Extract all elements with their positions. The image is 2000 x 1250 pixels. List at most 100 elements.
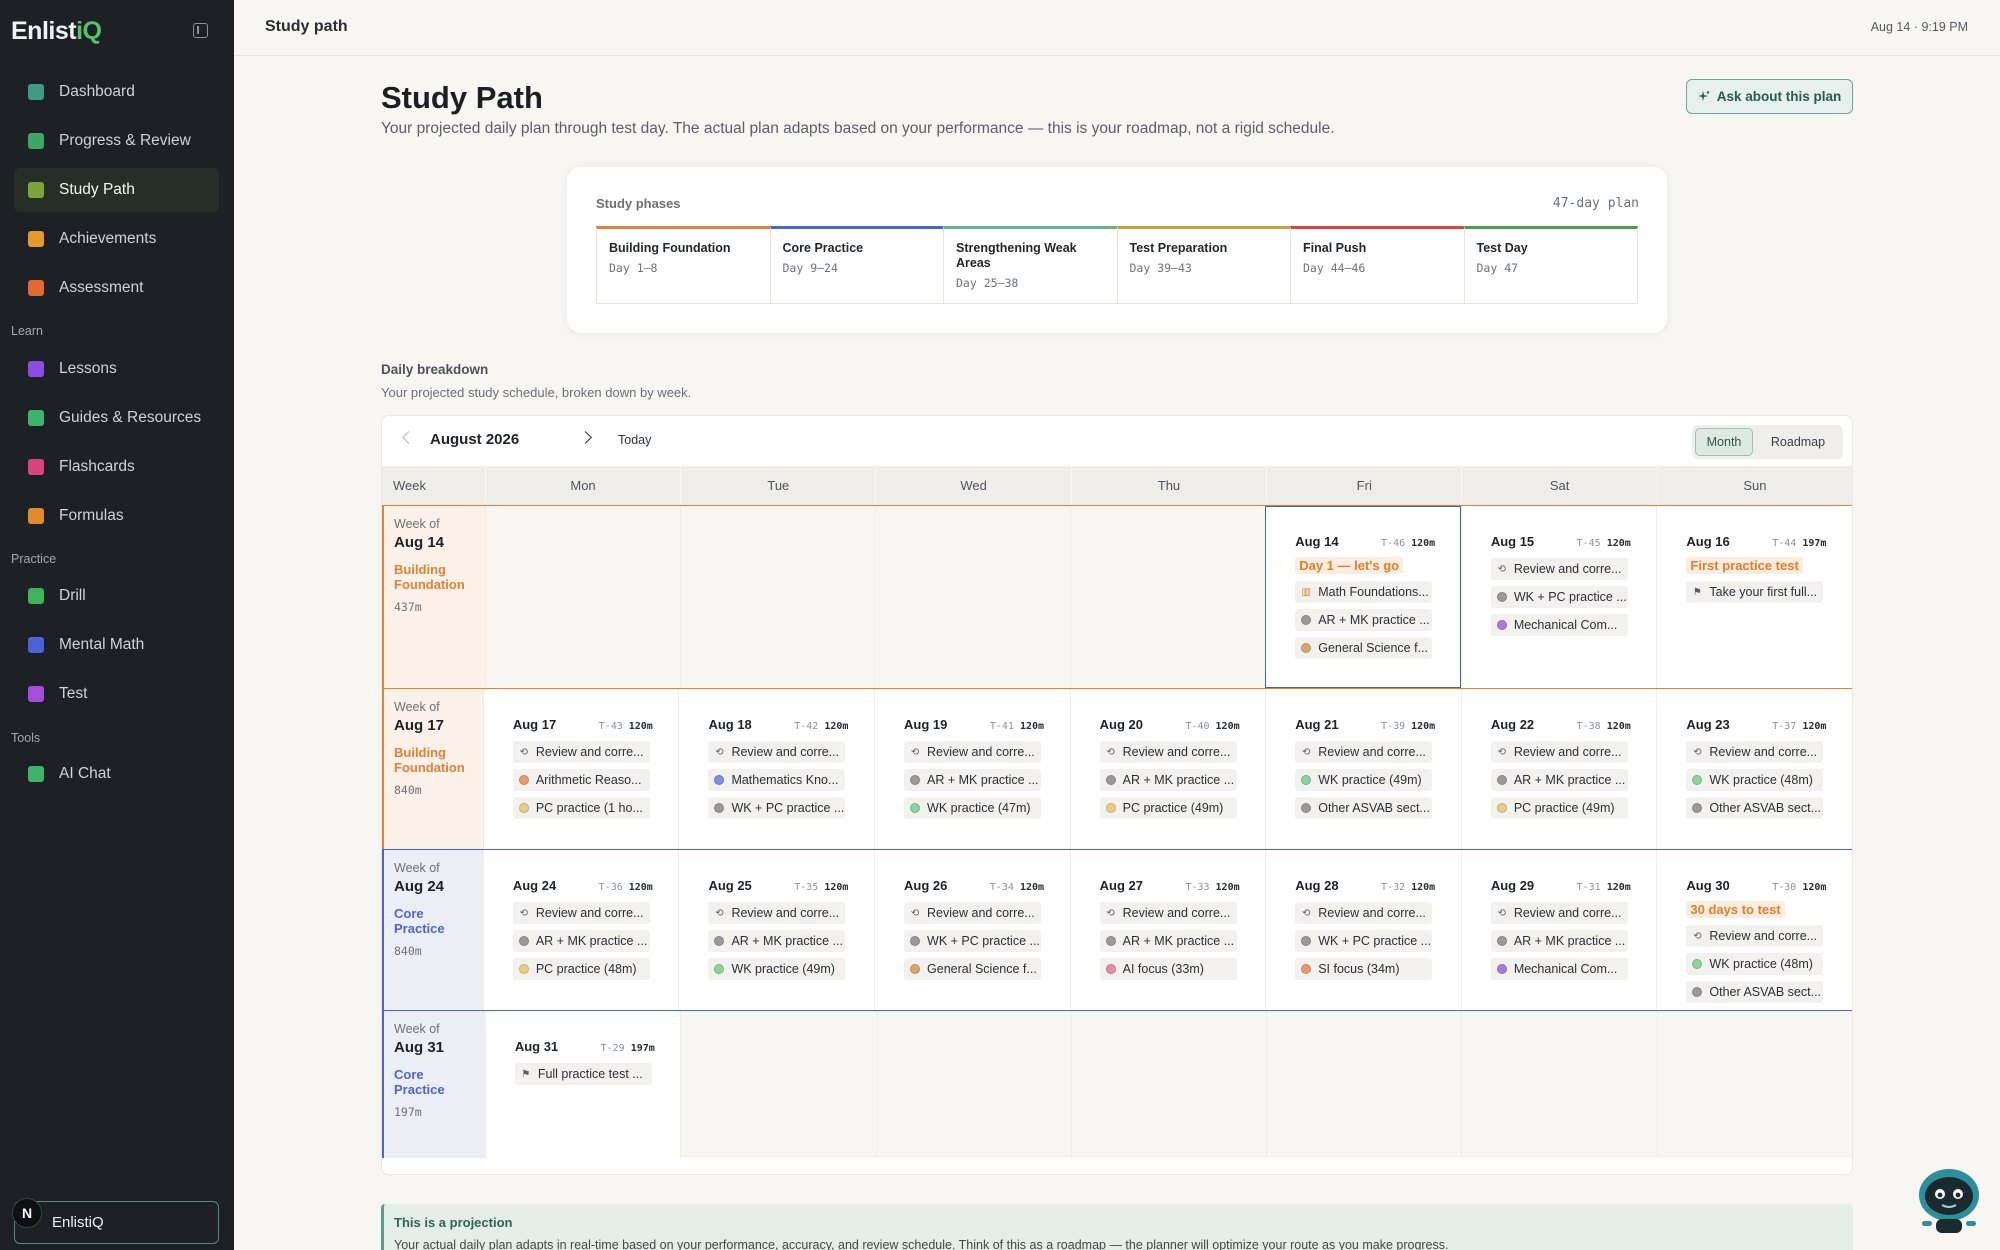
task-chip[interactable]: ⚑ Full practice test ... (514, 1063, 652, 1085)
task-chip[interactable]: ⟲ Review and corre... (708, 741, 846, 763)
task-chip[interactable]: General Science f... (1295, 637, 1433, 659)
sidebar-item-guides-resources[interactable]: Guides & Resources (14, 396, 219, 440)
task-chip[interactable]: ⟲ Review and corre... (1099, 741, 1237, 763)
task-chip[interactable]: ⟲ Review and corre... (1490, 741, 1628, 763)
task-chip[interactable]: ⟲ Review and corre... (1686, 925, 1824, 947)
day-cell[interactable]: Aug 26 T-34 120m ⟲ Review and corre... WK + P… (874, 850, 1070, 1010)
sidebar-item-mental-math[interactable]: Mental Math (14, 623, 219, 667)
day-cell[interactable]: Aug 24 T-36 120m ⟲ Review and corre... AR + M… (482, 850, 679, 1010)
task-chip[interactable]: General Science f... (904, 958, 1042, 980)
task-chip[interactable]: PC practice (49m) (1099, 797, 1237, 819)
day-cell[interactable]: Aug 21 T-39 120m ⟲ Review and corre... WK pra… (1265, 689, 1461, 849)
task-chip[interactable]: ⟲ Review and corre... (512, 902, 650, 924)
phase-card[interactable]: Test Preparation Day 39–43 (1116, 226, 1290, 304)
projection-banner: This is a projection Your actual daily p… (381, 1204, 1853, 1250)
day-cell[interactable]: Aug 22 T-38 120m ⟲ Review and corre... AR + M… (1460, 689, 1657, 849)
task-chip[interactable]: ⚑ Take your first full... (1686, 581, 1824, 603)
task-chip[interactable]: WK practice (48m) (1686, 769, 1824, 791)
sidebar-item-progress-review[interactable]: Progress & Review (14, 119, 219, 163)
task-chip[interactable]: AR + MK practice ... (1099, 930, 1237, 952)
sidebar-item-dashboard[interactable]: Dashboard (14, 70, 219, 114)
task-chip[interactable]: ▥ Math Foundations... (1295, 581, 1433, 603)
task-chip[interactable]: Other ASVAB sect... (1686, 797, 1824, 819)
task-chip[interactable]: WK + PC practice ... (1295, 930, 1433, 952)
day-date: Aug 23 (1686, 717, 1730, 732)
task-chip[interactable]: ⟲ Review and corre... (1490, 558, 1628, 580)
task-chip[interactable]: ⟲ Review and corre... (1295, 902, 1433, 924)
task-chip[interactable]: Mechanical Com... (1490, 614, 1628, 636)
task-chip[interactable]: WK + PC practice ... (904, 930, 1042, 952)
task-chip[interactable]: ⟲ Review and corre... (904, 902, 1042, 924)
task-chip[interactable]: ⟲ Review and corre... (708, 902, 846, 924)
sidebar-item-drill[interactable]: Drill (14, 574, 219, 618)
day-cell[interactable]: Aug 18 T-42 120m ⟲ Review and corre... Mathem… (678, 689, 874, 849)
task-chip[interactable]: SI focus (34m) (1295, 958, 1433, 980)
task-chip[interactable]: Mechanical Com... (1490, 958, 1628, 980)
task-chip[interactable]: WK + PC practice ... (1490, 586, 1628, 608)
task-chip[interactable]: WK practice (48m) (1686, 953, 1824, 975)
task-chip[interactable]: ⟲ Review and corre... (512, 741, 650, 763)
task-chip[interactable]: PC practice (49m) (1490, 797, 1628, 819)
phase-card[interactable]: Test Day Day 47 (1463, 226, 1638, 304)
task-chip[interactable]: Mathematics Kno... (708, 769, 846, 791)
task-chip[interactable]: ⟲ Review and corre... (1295, 741, 1433, 763)
task-chip[interactable]: ⟲ Review and corre... (1490, 902, 1628, 924)
task-chip[interactable]: Arithmetic Reaso... (512, 769, 650, 791)
task-chip[interactable]: AR + MK practice ... (1099, 769, 1237, 791)
sidebar-item-formulas[interactable]: Formulas (14, 494, 219, 538)
sidebar-item-test[interactable]: Test (14, 672, 219, 716)
task-chip[interactable]: WK practice (49m) (1295, 769, 1433, 791)
phase-card[interactable]: Strengthening Weak Areas Day 25–38 (943, 226, 1117, 304)
task-chip[interactable]: AR + MK practice ... (1490, 930, 1628, 952)
task-chip[interactable]: WK + PC practice ... (708, 797, 846, 819)
day-cell[interactable]: Aug 25 T-35 120m ⟲ Review and corre... AR + M… (678, 850, 874, 1010)
sidebar-item-lessons[interactable]: Lessons (14, 347, 219, 391)
day-cell[interactable]: Aug 19 T-41 120m ⟲ Review and corre... AR + M… (874, 689, 1070, 849)
view-month-button[interactable]: Month (1695, 428, 1753, 456)
view-roadmap-button[interactable]: Roadmap (1758, 428, 1838, 456)
phase-card[interactable]: Core Practice Day 9–24 (769, 226, 943, 304)
next-month-icon[interactable] (579, 431, 592, 444)
task-chip[interactable]: AR + MK practice ... (708, 930, 846, 952)
task-chip[interactable]: AI focus (33m) (1099, 958, 1237, 980)
task-chip[interactable]: ⟲ Review and corre... (904, 741, 1042, 763)
task-chip[interactable]: ⟲ Review and corre... (1686, 741, 1824, 763)
task-chip[interactable]: WK practice (49m) (708, 958, 846, 980)
avatar[interactable]: N (12, 1198, 42, 1228)
task-chip[interactable]: AR + MK practice ... (1490, 769, 1628, 791)
task-chip[interactable]: ⟲ Review and corre... (1099, 902, 1237, 924)
day-cell[interactable]: Aug 16 T-44 197m First practice test ⚑ Take y… (1656, 506, 1852, 688)
task-chip[interactable]: AR + MK practice ... (512, 930, 650, 952)
day-cell[interactable]: Aug 27 T-33 120m ⟲ Review and corre... AR + M… (1069, 850, 1266, 1010)
day-cell[interactable]: Aug 30 T-30 120m 30 days to test ⟲ Review and… (1656, 850, 1852, 1010)
user-menu[interactable]: EnlistiQ (14, 1201, 219, 1244)
sidebar-collapse-icon[interactable] (193, 23, 208, 38)
today-button[interactable]: Today (618, 433, 651, 447)
brand-logo[interactable]: EnlistiQ (11, 17, 102, 46)
task-chip[interactable]: WK practice (47m) (904, 797, 1042, 819)
task-chip[interactable]: PC practice (1 ho... (512, 797, 650, 819)
day-cell[interactable]: Aug 14 T-46 120m Day 1 — let's go ▥ Math Foun… (1265, 506, 1461, 688)
sidebar-item-ai-chat[interactable]: AI Chat (14, 752, 219, 796)
day-cell[interactable]: Aug 28 T-32 120m ⟲ Review and corre... WK + P… (1265, 850, 1461, 1010)
phase-card[interactable]: Building Foundation Day 1–8 (596, 226, 770, 304)
day-cell[interactable]: Aug 17 T-43 120m ⟲ Review and corre... Arithm… (482, 689, 679, 849)
day-cell[interactable]: Aug 20 T-40 120m ⟲ Review and corre... AR + M… (1069, 689, 1266, 849)
prev-month-icon[interactable] (402, 431, 415, 444)
sidebar-item-achievements[interactable]: Achievements (14, 217, 219, 261)
task-chip[interactable]: PC practice (48m) (512, 958, 650, 980)
day-cell[interactable]: Aug 31 T-29 197m ⚑ Full practice test ... (484, 1011, 681, 1158)
phase-card[interactable]: Final Push Day 44–46 (1290, 226, 1464, 304)
sidebar-item-flashcards[interactable]: Flashcards (14, 445, 219, 489)
ask-about-plan-button[interactable]: Ask about this plan (1686, 79, 1853, 114)
day-cell[interactable]: Aug 15 T-45 120m ⟲ Review and corre... WK + P… (1460, 506, 1657, 688)
task-chip[interactable]: Other ASVAB sect... (1686, 981, 1824, 1003)
task-chip[interactable]: AR + MK practice ... (1295, 609, 1433, 631)
day-cell[interactable]: Aug 23 T-37 120m ⟲ Review and corre... WK pra… (1656, 689, 1852, 849)
sidebar-item-study-path[interactable]: Study Path (14, 168, 219, 212)
robot-mascot-icon[interactable] (1916, 1165, 1982, 1235)
sidebar-item-assessment[interactable]: Assessment (14, 266, 219, 310)
task-chip[interactable]: Other ASVAB sect... (1295, 797, 1433, 819)
day-cell[interactable]: Aug 29 T-31 120m ⟲ Review and corre... AR + M… (1460, 850, 1657, 1010)
task-chip[interactable]: AR + MK practice ... (904, 769, 1042, 791)
